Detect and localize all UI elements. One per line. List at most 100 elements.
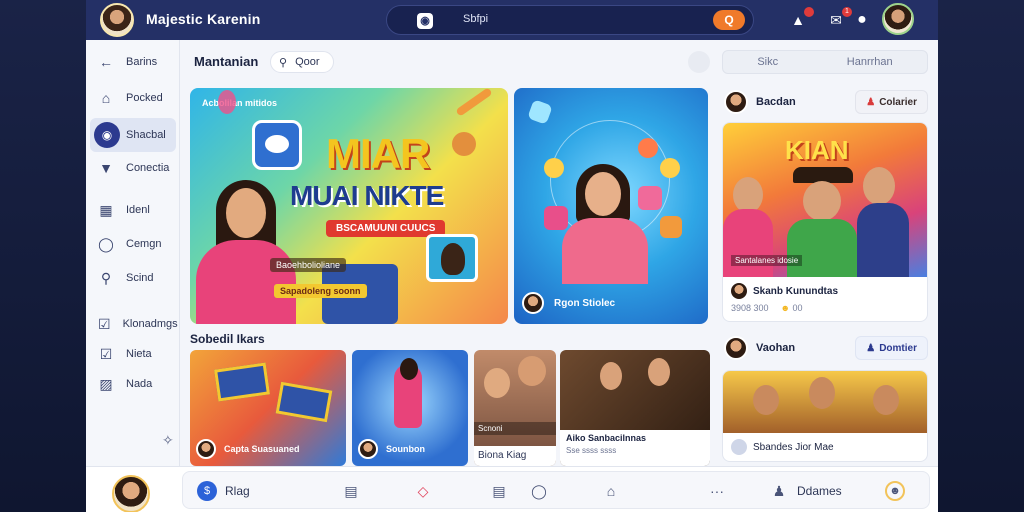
profile-avatar[interactable] — [100, 3, 134, 37]
decor-bubble — [660, 158, 680, 178]
notification-icon[interactable]: ▲ — [788, 7, 814, 30]
post-meta: Skanb Kunundtas 3908 300 ☻ 00 — [723, 277, 927, 319]
sidebar-item-ident[interactable]: ▦ Idenl — [90, 196, 176, 224]
post-author: Bacdan — [756, 96, 796, 108]
reaction-count: 00 — [792, 303, 803, 313]
bottom-tab-gallery[interactable]: ▤ — [341, 480, 361, 502]
message-icon[interactable]: ✉ 1 — [826, 7, 852, 30]
decor-tile — [660, 216, 682, 238]
bottom-tab-more[interactable]: ··· — [707, 480, 727, 502]
post-caption: Sbandes Jior Mae — [753, 441, 834, 453]
list-icon: ▤ — [492, 483, 506, 499]
shield-icon: ▨ — [99, 376, 113, 392]
home-icon: ⌂ — [606, 483, 616, 499]
bottom-tab-profile[interactable]: ♟ Ddames — [769, 480, 842, 502]
hero-caption-highlight: Sapadoleng soonn — [274, 284, 367, 298]
message-badge: 1 — [842, 7, 852, 17]
hero-card[interactable]: Acbolilan mitidos MIAR MUAI NIKTE BSCAMU… — [190, 88, 508, 324]
bottom-avatar[interactable] — [112, 475, 150, 512]
sidebar-item-label: Pocked — [126, 92, 163, 104]
person-body — [787, 219, 857, 277]
thumbnail-caption: Sounbon — [352, 432, 468, 466]
person-face — [518, 356, 546, 386]
sidebar-item-back[interactable]: ← Barins — [90, 48, 176, 76]
avatar — [522, 292, 544, 314]
smile-icon: ☻ — [780, 303, 791, 313]
bottom-tab-home[interactable]: ⌂ — [601, 480, 621, 502]
thumbnail-caption: Scnoni — [474, 422, 556, 435]
right-search-bar[interactable]: Sikc Hanrrhan — [722, 50, 928, 74]
sidebar-item-label: Cemgn — [126, 238, 162, 250]
featured-card[interactable]: Rgon Stiolec — [514, 88, 708, 324]
person-icon: ♟ — [866, 96, 876, 108]
arrow-left-icon: ← — [99, 54, 113, 70]
thumbnail-meta: Sse ssss ssss — [566, 446, 617, 455]
bottom-nav: $ Rlag ▤ ◇ ▤ ◯ ⌂ ··· ♟ Ddames ☻ — [182, 471, 930, 509]
page-title: Mantanian — [194, 54, 259, 69]
bottom-tab-label: Ddames — [797, 484, 842, 498]
video-thumbnail[interactable]: Scnoni Biona Kiag — [474, 350, 556, 466]
sidebar-item-active[interactable]: ◉ Shacbal — [90, 118, 176, 152]
presenter-head — [400, 358, 418, 380]
app-window: Majestic Karenin ◉ Sbfpi Q ▲ ✉ 1 ● ← Bar… — [86, 0, 938, 512]
sidebar-item-connect[interactable]: ▼ Conectia — [90, 154, 176, 182]
search-button[interactable]: Q — [713, 10, 745, 30]
section-title: Sobedil Ikars — [190, 332, 265, 346]
search-bar[interactable]: ◉ Sbfpi Q — [386, 5, 754, 35]
sidebar-item-label: Nada — [126, 378, 153, 390]
video-thumbnail[interactable]: Capta Suasuaned — [190, 350, 346, 466]
right-panel: Sikc Hanrrhan Bacdan ♟ Colarier KIAN San… — [722, 40, 938, 466]
video-thumbnail[interactable]: Aiko Sanbacilnnas Sse ssss ssss — [560, 350, 710, 466]
follow-button[interactable]: ♟ Domtier — [855, 336, 928, 360]
post-card[interactable]: KIAN Santalanes idosie Skanb Kunundtas 3… — [722, 122, 928, 322]
person-icon: ♟ — [866, 342, 876, 354]
person-face — [600, 362, 622, 390]
person-icon: ♟ — [772, 483, 786, 499]
people-icon[interactable]: ● — [852, 10, 872, 30]
collaborate-button[interactable]: ♟ Colarier — [855, 90, 928, 114]
hero-presenter-image — [196, 180, 306, 324]
download-icon: ▼ — [99, 160, 113, 176]
sidebar-item-search[interactable]: ⚲ Scind — [90, 264, 176, 292]
decor-balloon — [218, 90, 236, 114]
app-title: Majestic Karenin — [146, 11, 261, 27]
post-image: KIAN Santalanes idosie — [723, 123, 927, 277]
featured-meta: Rgon Stiolec — [522, 292, 615, 314]
avatar[interactable] — [724, 336, 748, 360]
hero-subtitle: MUAI NIKTE — [290, 180, 444, 211]
avatar — [196, 439, 216, 459]
filter-pill[interactable]: ⚲ Qoor — [270, 51, 334, 73]
bottom-tab-diamond[interactable]: ◇ — [413, 480, 433, 502]
sidebar-item-home[interactable]: ⌂ Pocked — [90, 84, 176, 112]
options-circle[interactable] — [688, 51, 710, 73]
search-placeholder: Hanrrhan — [846, 56, 893, 68]
sparkle-icon[interactable]: ✧ — [162, 432, 174, 449]
bottom-tab-flag[interactable]: $ Rlag — [197, 480, 250, 502]
avatar[interactable] — [724, 90, 748, 114]
thumbnail-title: Capta Suasuaned — [224, 444, 300, 454]
sidebar-item-nada[interactable]: ▨ Nada — [90, 370, 176, 398]
post-card[interactable]: Sbandes Jior Mae — [722, 370, 928, 462]
bottom-tab-chat[interactable]: ◯ — [529, 480, 549, 502]
more-icon: ··· — [710, 483, 724, 499]
smile-icon: ☻ — [885, 481, 905, 501]
featured-presenter-image — [560, 164, 650, 284]
thumbnail-title: Aiko Sanbacilnnas — [566, 433, 647, 443]
sidebar-item-book[interactable]: ◯ Cemgn — [90, 230, 176, 258]
bottom-tab-emoji[interactable]: ☻ — [885, 480, 905, 502]
sidebar: ← Barins ⌂ Pocked ◉ Shacbal ▼ Conectia ▦… — [86, 40, 180, 466]
sidebar-item-notes[interactable]: ☑ Nieta — [90, 340, 176, 368]
post-author: Vaohan — [756, 342, 796, 354]
sidebar-item-label: Conectia — [126, 162, 170, 174]
book-icon: ◯ — [98, 236, 114, 252]
avatar — [358, 439, 378, 459]
sidebar-item-list[interactable]: ☑ Klonadmgs — [90, 310, 178, 338]
video-thumbnail[interactable]: Sounbon — [352, 350, 468, 466]
smile-badge-icon — [252, 120, 302, 170]
user-avatar[interactable] — [882, 3, 914, 35]
thumbnail-subtitle: Biona Kiag — [474, 446, 556, 466]
bottom-tab-list[interactable]: ▤ — [489, 480, 509, 502]
button-label: Domtier — [879, 342, 917, 354]
post-image-title: KIAN — [785, 135, 849, 165]
check-square-icon: ☑ — [99, 346, 113, 362]
